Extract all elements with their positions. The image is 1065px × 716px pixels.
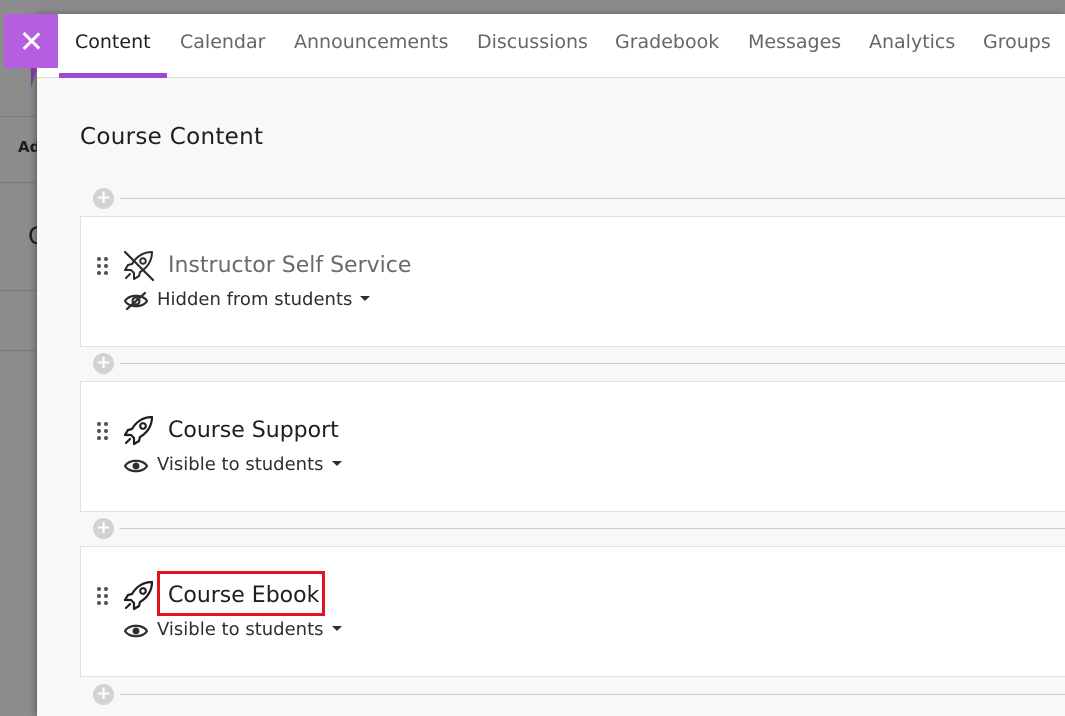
add-content-row: + (80, 188, 1065, 209)
chevron-down-icon (331, 460, 342, 466)
rocket-icon (123, 415, 154, 446)
visibility-label: Visible to students (157, 619, 342, 640)
add-content-button[interactable]: + (93, 188, 114, 209)
eye-slash-icon (124, 291, 148, 311)
drag-handle-icon[interactable] (97, 587, 109, 607)
add-content-row: + (80, 353, 1065, 374)
add-content-button[interactable]: + (93, 684, 114, 705)
divider (120, 198, 1065, 199)
add-content-button[interactable]: + (93, 353, 114, 374)
visibility-label: Visible to students (157, 454, 342, 475)
course-nav-tabs: Content Calendar Announcements Discussio… (37, 14, 1065, 78)
chevron-down-icon (360, 295, 371, 301)
tab-announcements[interactable]: Announcements (294, 14, 449, 78)
drag-handle-icon[interactable] (97, 257, 109, 277)
close-panel-button[interactable] (4, 14, 58, 68)
divider (0, 290, 40, 291)
content-item-card: Course Support Visible to students (80, 381, 1065, 512)
eye-icon (124, 459, 148, 473)
divider (0, 350, 40, 351)
tab-messages[interactable]: Messages (748, 14, 841, 78)
content-item-card: Course Ebook Visible to students (80, 546, 1065, 677)
rocket-icon (123, 580, 154, 611)
add-content-row: + (80, 684, 1065, 705)
content-item-title[interactable]: Course Ebook (168, 583, 319, 608)
add-content-button[interactable]: + (93, 518, 114, 539)
divider (120, 528, 1065, 529)
page-title: Course Content (80, 124, 264, 150)
tab-content[interactable]: Content (59, 14, 167, 78)
drag-handle-icon[interactable] (97, 422, 109, 442)
tab-gradebook[interactable]: Gradebook (615, 14, 719, 78)
visibility-label: Hidden from students (157, 289, 371, 310)
content-item-card: Instructor Self Service Hidden from stud… (80, 216, 1065, 347)
add-content-row: + (80, 518, 1065, 539)
background-page: Ad C (0, 0, 45, 716)
content-item-title[interactable]: Instructor Self Service (168, 253, 411, 278)
tab-groups[interactable]: Groups (983, 14, 1051, 78)
chevron-down-icon (331, 625, 342, 631)
divider (120, 694, 1065, 695)
content-item-title[interactable]: Course Support (168, 418, 339, 443)
eye-icon (124, 624, 148, 638)
divider (0, 182, 40, 183)
tab-calendar[interactable]: Calendar (180, 14, 265, 78)
divider (120, 363, 1065, 364)
close-button-fold (31, 68, 37, 88)
close-icon (21, 31, 41, 51)
tab-analytics[interactable]: Analytics (869, 14, 955, 78)
rocket-icon (123, 250, 155, 281)
divider (0, 116, 40, 117)
tab-discussions[interactable]: Discussions (477, 14, 588, 78)
